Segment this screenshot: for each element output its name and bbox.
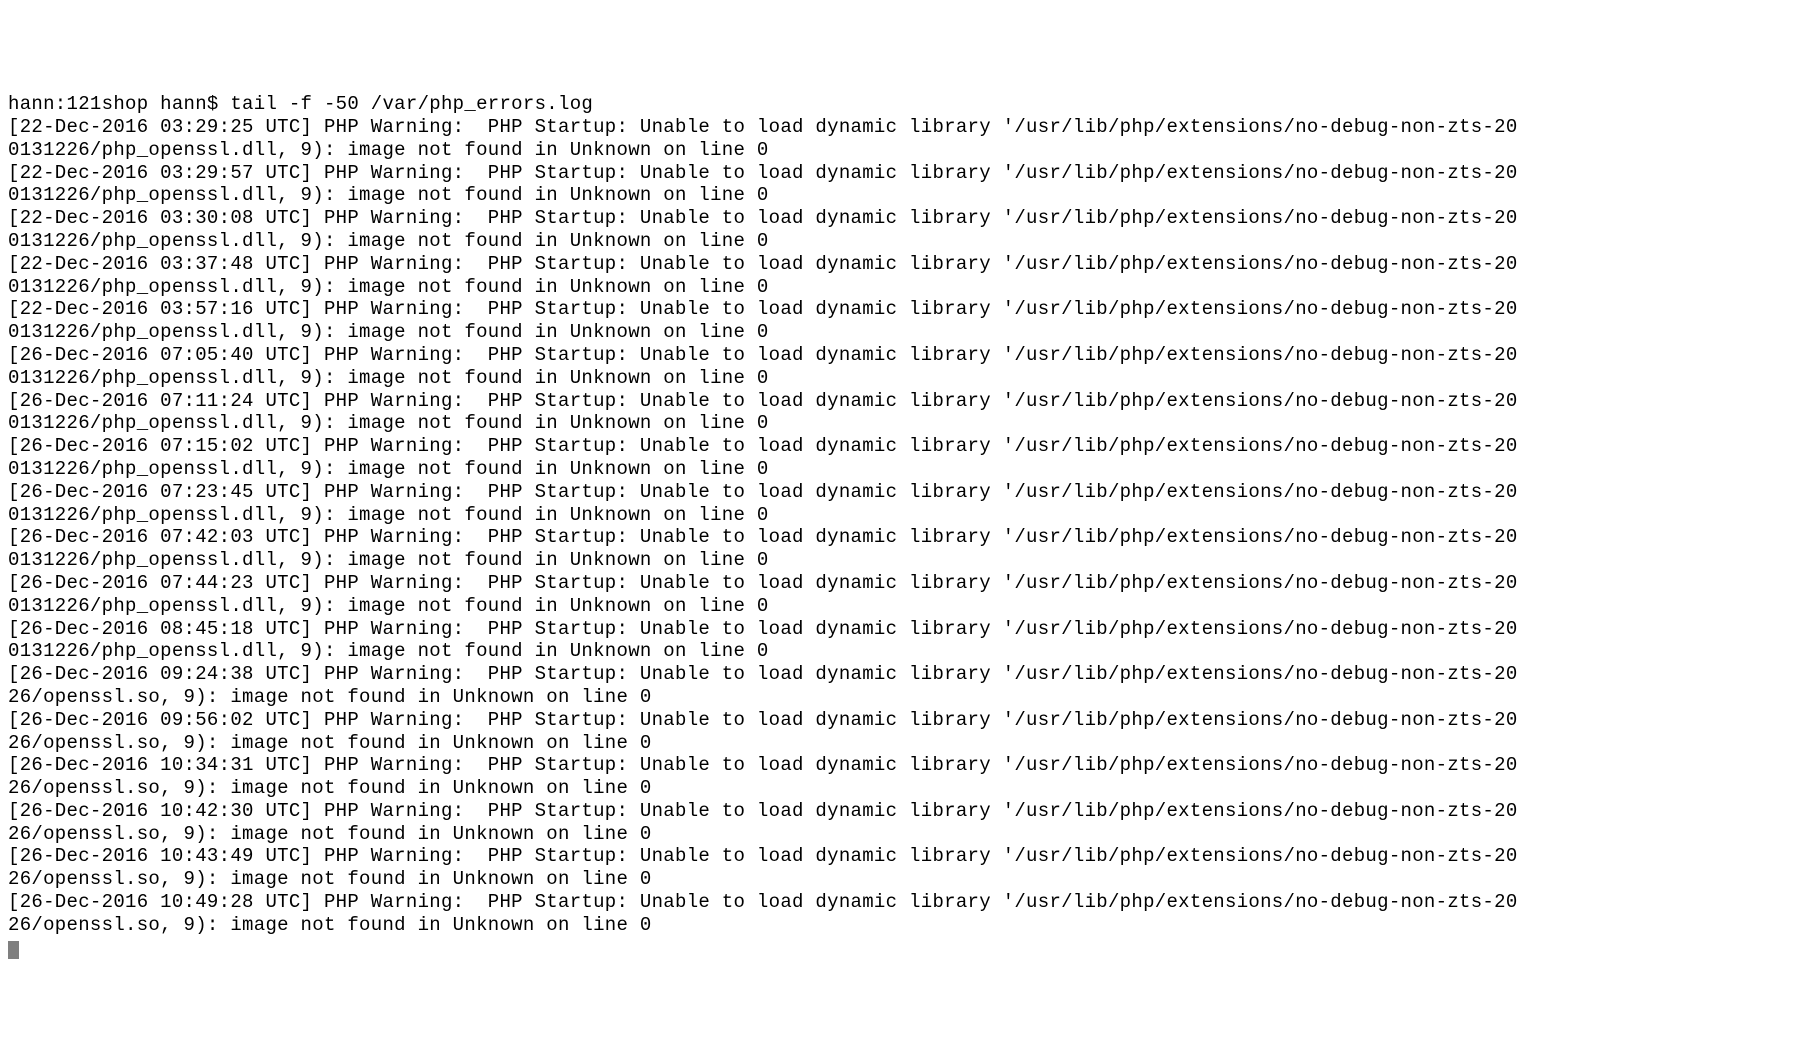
log-line: [26-Dec-2016 07:11:24 UTC] PHP Warning: … (8, 390, 1806, 413)
log-line: 0131226/php_openssl.dll, 9): image not f… (8, 139, 1806, 162)
log-line: [26-Dec-2016 07:42:03 UTC] PHP Warning: … (8, 526, 1806, 549)
log-line: [26-Dec-2016 10:42:30 UTC] PHP Warning: … (8, 800, 1806, 823)
log-line: 0131226/php_openssl.dll, 9): image not f… (8, 504, 1806, 527)
log-line: [26-Dec-2016 10:49:28 UTC] PHP Warning: … (8, 891, 1806, 914)
log-line: 26/openssl.so, 9): image not found in Un… (8, 823, 1806, 846)
log-line: [26-Dec-2016 08:45:18 UTC] PHP Warning: … (8, 618, 1806, 641)
log-line: [22-Dec-2016 03:29:57 UTC] PHP Warning: … (8, 162, 1806, 185)
log-line: 0131226/php_openssl.dll, 9): image not f… (8, 230, 1806, 253)
log-line: [26-Dec-2016 10:34:31 UTC] PHP Warning: … (8, 754, 1806, 777)
log-line: 26/openssl.so, 9): image not found in Un… (8, 914, 1806, 937)
log-line: 26/openssl.so, 9): image not found in Un… (8, 868, 1806, 891)
log-line: 0131226/php_openssl.dll, 9): image not f… (8, 458, 1806, 481)
log-line: 26/openssl.so, 9): image not found in Un… (8, 732, 1806, 755)
log-output: [22-Dec-2016 03:29:25 UTC] PHP Warning: … (8, 116, 1806, 937)
log-line: [26-Dec-2016 07:44:23 UTC] PHP Warning: … (8, 572, 1806, 595)
log-line: [22-Dec-2016 03:30:08 UTC] PHP Warning: … (8, 207, 1806, 230)
log-line: 0131226/php_openssl.dll, 9): image not f… (8, 367, 1806, 390)
log-line: [26-Dec-2016 07:05:40 UTC] PHP Warning: … (8, 344, 1806, 367)
log-line: 0131226/php_openssl.dll, 9): image not f… (8, 549, 1806, 572)
log-line: 0131226/php_openssl.dll, 9): image not f… (8, 412, 1806, 435)
log-line: [26-Dec-2016 10:43:49 UTC] PHP Warning: … (8, 845, 1806, 868)
log-line: 0131226/php_openssl.dll, 9): image not f… (8, 595, 1806, 618)
log-line: [26-Dec-2016 07:23:45 UTC] PHP Warning: … (8, 481, 1806, 504)
log-line: [26-Dec-2016 07:15:02 UTC] PHP Warning: … (8, 435, 1806, 458)
log-line: [22-Dec-2016 03:57:16 UTC] PHP Warning: … (8, 298, 1806, 321)
log-line: [22-Dec-2016 03:29:25 UTC] PHP Warning: … (8, 116, 1806, 139)
log-line: 0131226/php_openssl.dll, 9): image not f… (8, 184, 1806, 207)
log-line: 0131226/php_openssl.dll, 9): image not f… (8, 321, 1806, 344)
terminal-cursor (8, 941, 19, 959)
log-line: 26/openssl.so, 9): image not found in Un… (8, 686, 1806, 709)
log-line: 0131226/php_openssl.dll, 9): image not f… (8, 276, 1806, 299)
log-line: [22-Dec-2016 03:37:48 UTC] PHP Warning: … (8, 253, 1806, 276)
log-line: [26-Dec-2016 09:56:02 UTC] PHP Warning: … (8, 709, 1806, 732)
terminal-prompt[interactable]: hann:121shop hann$ tail -f -50 /var/php_… (8, 93, 1806, 116)
log-line: [26-Dec-2016 09:24:38 UTC] PHP Warning: … (8, 663, 1806, 686)
log-line: 26/openssl.so, 9): image not found in Un… (8, 777, 1806, 800)
log-line: 0131226/php_openssl.dll, 9): image not f… (8, 640, 1806, 663)
